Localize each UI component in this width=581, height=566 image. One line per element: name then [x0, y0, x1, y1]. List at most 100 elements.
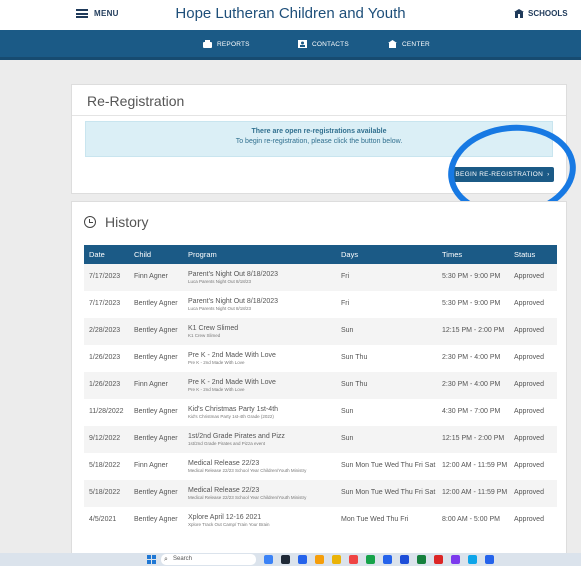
column-header-child[interactable]: Child — [129, 245, 183, 264]
history-table: Date Child Program Days Times Status 7/1… — [84, 245, 557, 534]
cell-date: 5/18/2022 — [89, 462, 121, 470]
taskbar-app-icon[interactable] — [400, 555, 409, 564]
cell-status: Approved — [514, 381, 544, 389]
table-row[interactable]: 5/18/2022 Bentley Agner Medical Release … — [84, 480, 557, 507]
taskbar-app-icon[interactable] — [417, 555, 426, 564]
program-subtitle: Pre K - 2nd Made With Love — [188, 360, 245, 366]
history-title: History — [105, 214, 149, 230]
nav-contacts[interactable]: CONTACTS — [298, 40, 349, 48]
re-registration-panel: Re-Registration There are open re-regist… — [71, 84, 567, 194]
schools-button[interactable]: SCHOOLS — [514, 9, 568, 18]
table-row[interactable]: 7/17/2023 Bentley Agner Parent's Night O… — [84, 291, 557, 318]
program-name: Pre K - 2nd Made With Love — [188, 378, 276, 386]
cell-days: Sun — [341, 327, 354, 335]
taskbar-app-icon[interactable] — [468, 555, 477, 564]
nav-reports-label: REPORTS — [217, 40, 250, 48]
cell-times: 12:15 PM - 2:00 PM — [442, 327, 505, 335]
alert-title: There are open re-registrations availabl… — [251, 128, 387, 135]
taskbar-app-icon[interactable] — [264, 555, 273, 564]
column-header-status[interactable]: Status — [509, 245, 557, 264]
program-name: K1 Crew Slimed — [188, 324, 239, 332]
schools-label: SCHOOLS — [528, 9, 568, 18]
alert-text: To begin re-registration, please click t… — [235, 138, 403, 145]
cell-child: Bentley Agner — [134, 354, 178, 362]
program-name: Medical Release 22/23 — [188, 459, 260, 467]
taskbar-app-icon[interactable] — [281, 555, 290, 564]
cell-program: Pre K - 2nd Made With Love Pre K - 2nd Ma… — [183, 372, 336, 399]
nav-contacts-label: CONTACTS — [312, 40, 349, 48]
chevron-right-icon: › — [547, 171, 550, 178]
program-subtitle: Kid's Christmas Party 1st-4th Grade (202… — [188, 414, 274, 420]
nav-reports[interactable]: REPORTS — [203, 40, 250, 48]
cell-times: 2:30 PM - 4:00 PM — [442, 354, 501, 362]
cell-date: 5/18/2022 — [89, 489, 121, 497]
cell-program: Parent's Night Out 8/18/2023 Luca Parents… — [183, 264, 336, 291]
table-row[interactable]: 5/18/2022 Finn Agner Medical Release 22/… — [84, 453, 557, 480]
nav-center[interactable]: CENTER — [388, 40, 430, 48]
cell-date: 4/5/2021 — [89, 516, 117, 524]
top-header: MENU Hope Lutheran Children and Youth SC… — [0, 0, 581, 30]
cell-days: Fri — [341, 300, 350, 308]
taskbar-app-icon[interactable] — [298, 555, 307, 564]
cell-program: K1 Crew Slimed K1 Crew Slimed — [183, 318, 336, 345]
taskbar-app-icon[interactable] — [485, 555, 494, 564]
cell-program: Medical Release 22/23 Medical Release 22/… — [183, 453, 336, 480]
taskbar-app-icon[interactable] — [366, 555, 375, 564]
taskbar-app-icon[interactable] — [383, 555, 392, 564]
taskbar-app-icon[interactable] — [349, 555, 358, 564]
program-subtitle: Medical Release 22/23 School Year Childr… — [188, 495, 307, 501]
table-row[interactable]: 9/12/2022 Bentley Agner 1st/2nd Grade Pi… — [84, 426, 557, 453]
taskbar-search-input[interactable]: Search — [161, 554, 256, 565]
cell-program: Kid's Christmas Party 1st-4th Kid's Chris… — [183, 399, 336, 426]
cell-times: 12:00 AM - 11:59 PM — [442, 489, 508, 497]
taskbar-app-icon[interactable] — [315, 555, 324, 564]
taskbar-app-icon[interactable] — [434, 555, 443, 564]
program-name: Parent's Night Out 8/18/2023 — [188, 297, 279, 305]
program-name: 1st/2nd Grade Pirates and Pizz — [188, 432, 285, 440]
cell-child: Bentley Agner — [134, 435, 178, 443]
cell-times: 5:30 PM - 9:00 PM — [442, 300, 501, 308]
column-header-times[interactable]: Times — [437, 245, 509, 264]
table-row[interactable]: 1/26/2023 Finn Agner Pre K - 2nd Made Wi… — [84, 372, 557, 399]
program-name: Xplore April 12-16 2021 — [188, 513, 262, 521]
school-icon — [514, 9, 524, 18]
cell-status: Approved — [514, 408, 544, 416]
cell-times: 4:30 PM - 7:00 PM — [442, 408, 501, 416]
cell-status: Approved — [514, 462, 544, 470]
taskbar-app-icon[interactable] — [332, 555, 341, 564]
cell-days: Mon Tue Wed Thu Fri — [341, 516, 409, 524]
taskbar-app-icon[interactable] — [451, 555, 460, 564]
table-header-row: Date Child Program Days Times Status — [84, 245, 557, 264]
program-subtitle: Luca Parents Night Out 8/18/23 — [188, 279, 252, 285]
program-subtitle: Xplore Track Out Camp/ Train Your Brain — [188, 522, 270, 528]
cell-date: 1/26/2023 — [89, 381, 121, 389]
cell-days: Sun Mon Tue Wed Thu Fri Sat — [341, 489, 436, 497]
cell-child: Bentley Agner — [134, 516, 178, 524]
cell-status: Approved — [514, 435, 544, 443]
column-header-days[interactable]: Days — [336, 245, 437, 264]
table-row[interactable]: 2/28/2023 Bentley Agner K1 Crew Slimed K1… — [84, 318, 557, 345]
cell-status: Approved — [514, 273, 544, 281]
begin-re-registration-button[interactable]: BEGIN RE-REGISTRATION › — [451, 167, 554, 182]
column-header-date[interactable]: Date — [84, 245, 129, 264]
cell-date: 7/17/2023 — [89, 273, 121, 281]
site-title: Hope Lutheran Children and Youth — [175, 5, 406, 22]
cell-times: 5:30 PM - 9:00 PM — [442, 273, 501, 281]
cell-date: 9/12/2022 — [89, 435, 121, 443]
cell-child: Finn Agner — [134, 381, 168, 389]
program-name: Kid's Christmas Party 1st-4th — [188, 405, 279, 413]
cell-program: Xplore April 12-16 2021 Xplore Track Out … — [183, 507, 336, 534]
main-nav: REPORTS CONTACTS CENTER — [0, 30, 581, 60]
cell-status: Approved — [514, 327, 544, 335]
column-header-program[interactable]: Program — [183, 245, 336, 264]
windows-start-icon[interactable] — [147, 555, 156, 564]
table-row[interactable]: 1/26/2023 Bentley Agner Pre K - 2nd Made… — [84, 345, 557, 372]
cell-status: Approved — [514, 300, 544, 308]
cell-child: Bentley Agner — [134, 408, 178, 416]
table-row[interactable]: 7/17/2023 Finn Agner Parent's Night Out … — [84, 264, 557, 291]
program-subtitle: 1st/2nd Grade Pirates and Pizza event — [188, 441, 266, 447]
table-row[interactable]: 4/5/2021 Bentley Agner Xplore April 12-1… — [84, 507, 557, 534]
cell-date: 11/28/2022 — [89, 408, 124, 416]
table-row[interactable]: 11/28/2022 Bentley Agner Kid's Christmas… — [84, 399, 557, 426]
cell-status: Approved — [514, 516, 544, 524]
